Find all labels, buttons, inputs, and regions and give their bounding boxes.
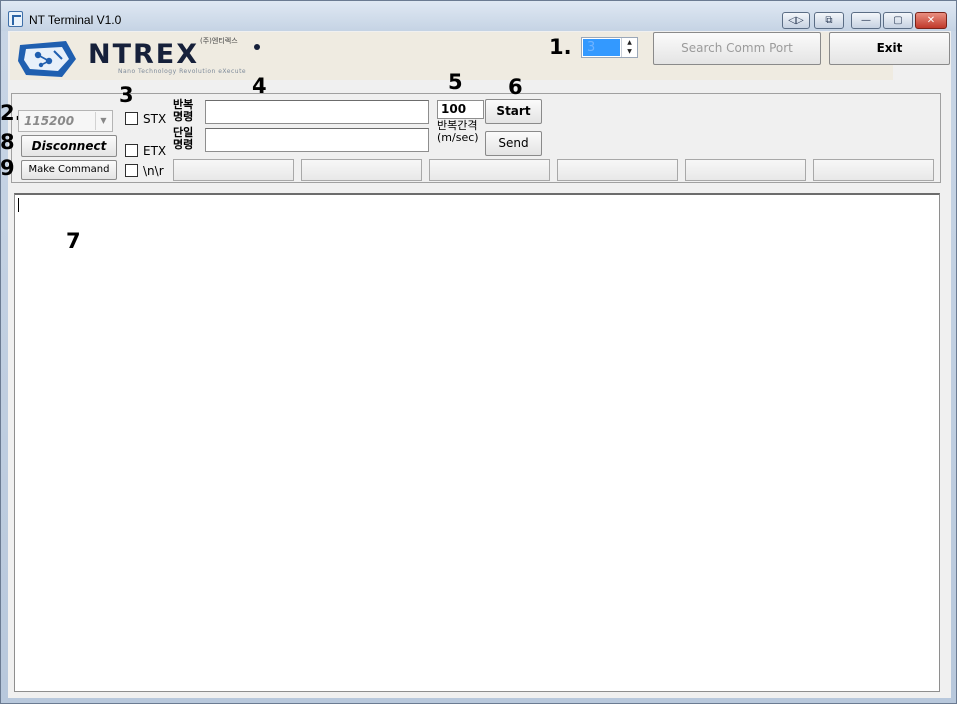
macro-slot-3[interactable] [429, 159, 550, 181]
baud-rate-select[interactable]: 115200 ▼ [18, 110, 113, 132]
close-button[interactable]: ✕ [915, 12, 947, 29]
disconnect-button[interactable]: Disconnect [21, 135, 117, 157]
logo-dot-icon [254, 44, 260, 50]
spinner-buttons: ▲ ▼ [621, 38, 637, 57]
callout-5: 5 [448, 70, 463, 94]
title-bar: NT Terminal V1.0 ◁▷ ⧉ — ▢ ✕ [1, 1, 956, 31]
callout-1: 1. [549, 35, 572, 59]
single-command-input[interactable] [205, 128, 429, 152]
single-command-label-line2: 명령 [173, 138, 194, 151]
repeat-command-label-line2: 명령 [173, 110, 194, 123]
macro-slot-1[interactable] [173, 159, 294, 181]
port-spinner[interactable]: 3 ▲ ▼ [581, 37, 638, 58]
baud-rate-value: 115200 [24, 114, 75, 128]
app-window: NT Terminal V1.0 ◁▷ ⧉ — ▢ ✕ (주)엔티렉스 NTRE… [0, 0, 957, 704]
terminal-output[interactable]: 7 [14, 193, 940, 692]
send-button[interactable]: Send [485, 131, 542, 156]
text-caret [18, 198, 19, 212]
callout-3: 3 [119, 83, 134, 107]
app-icon [8, 11, 23, 27]
spin-up-icon[interactable]: ▲ [622, 38, 637, 47]
callout-4: 4 [252, 74, 267, 98]
port-value[interactable]: 3 [583, 39, 620, 56]
repeat-interval-label: 반복간격 (m/sec) [437, 120, 479, 144]
logo-korean-name: (주)엔티렉스 [200, 37, 238, 45]
maximize-button[interactable]: ▢ [883, 12, 913, 29]
stx-checkbox[interactable] [125, 112, 138, 125]
repeat-interval-input[interactable]: 100 [437, 100, 484, 119]
callout-7: 7 [66, 229, 81, 253]
make-command-button[interactable]: Make Command [21, 160, 117, 180]
start-button[interactable]: Start [485, 99, 542, 124]
etx-label: ETX [143, 144, 167, 158]
callout-8: 8 [0, 130, 15, 154]
logo-tagline: Nano Technology Revolution eXecute [118, 68, 247, 75]
single-command-label: 단일 명령 [173, 127, 193, 151]
minimize-button[interactable]: — [851, 12, 881, 29]
exit-button[interactable]: Exit [829, 32, 950, 65]
newline-checkbox[interactable] [125, 164, 138, 177]
stx-label: STX [143, 112, 167, 126]
repeat-command-input[interactable] [205, 100, 429, 124]
search-comm-port-button[interactable]: Search Comm Port [653, 32, 821, 65]
newline-label: \n\r [143, 164, 164, 178]
client-area: (주)엔티렉스 NTREX Nano Technology Revolution… [0, 31, 951, 698]
chevron-down-icon[interactable]: ▼ [95, 112, 111, 130]
macro-slot-4[interactable] [557, 159, 678, 181]
macro-slot-6[interactable] [813, 159, 934, 181]
repeat-command-label: 반복 명령 [173, 99, 193, 123]
layout-right-icon[interactable]: ⧉ [814, 12, 844, 29]
repeat-interval-unit: (m/sec) [437, 131, 479, 144]
logo-brand: NTREX [88, 39, 200, 70]
layout-left-icon[interactable]: ◁▷ [782, 12, 810, 29]
etx-checkbox[interactable] [125, 144, 138, 157]
window-title: NT Terminal V1.0 [29, 13, 122, 27]
callout-6: 6 [508, 75, 523, 99]
ntrex-logo-icon [18, 41, 76, 77]
callout-9: 9 [0, 156, 15, 180]
macro-slot-5[interactable] [685, 159, 806, 181]
spin-down-icon[interactable]: ▼ [622, 47, 637, 56]
macro-slot-2[interactable] [301, 159, 422, 181]
